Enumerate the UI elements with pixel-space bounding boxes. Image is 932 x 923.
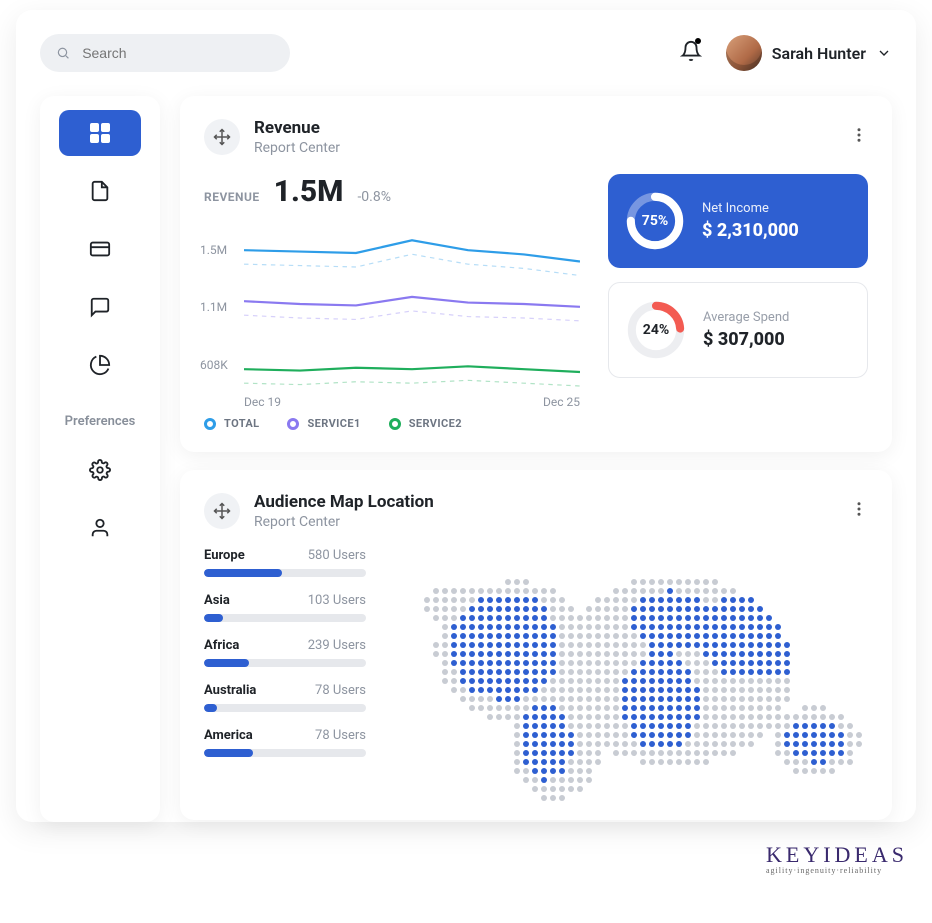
xtick: Dec 19 <box>244 395 281 409</box>
region-bar <box>204 704 366 712</box>
region-name: America <box>204 728 253 743</box>
legend-item[interactable]: TOTAL <box>204 417 259 430</box>
sidebar-section-label: Preferences <box>65 414 136 429</box>
region-value: 580 Users <box>308 548 366 563</box>
legend-dot-icon <box>204 418 216 430</box>
legend-item[interactable]: SERVICE2 <box>389 417 462 430</box>
world-map <box>396 548 868 798</box>
revenue-chart: 1.5M 1.1M 608K Dec 19 Dec 25 <box>244 219 580 389</box>
region-value: 239 Users <box>308 638 366 653</box>
ring-pct: 24% <box>627 301 685 359</box>
net-income-box: 75% Net Income $ 2,310,000 <box>608 174 868 268</box>
search-icon <box>56 45 70 61</box>
legend-label: TOTAL <box>224 417 259 430</box>
avatar <box>726 35 762 71</box>
user-name: Sarah Hunter <box>772 44 866 63</box>
stat-label: Average Spend <box>703 310 789 325</box>
avg-spend-ring: 24% <box>627 301 685 359</box>
nav-settings[interactable] <box>59 447 141 493</box>
region-row: Africa 239 Users <box>204 638 366 667</box>
avg-spend-box: 24% Average Spend $ 307,000 <box>608 282 868 378</box>
drag-handle[interactable] <box>204 493 240 529</box>
nav-dashboard[interactable] <box>59 110 141 156</box>
region-name: Asia <box>204 593 230 608</box>
region-bar <box>204 659 366 667</box>
legend-label: SERVICE1 <box>307 417 360 430</box>
dots-vertical-icon <box>850 126 868 144</box>
card-title: Revenue <box>254 118 340 138</box>
gear-icon <box>89 459 111 481</box>
revenue-value: 1.5M <box>274 174 344 209</box>
card-subtitle: Report Center <box>254 140 340 156</box>
card-menu-button[interactable] <box>850 126 868 148</box>
region-bar <box>204 569 366 577</box>
region-bar <box>204 614 366 622</box>
legend-item[interactable]: SERVICE1 <box>287 417 360 430</box>
card-subtitle: Report Center <box>254 514 434 530</box>
revenue-card: Revenue Report Center REVENUE 1.5M -0.8% <box>180 96 892 452</box>
card-menu-button[interactable] <box>850 500 868 522</box>
region-row: America 78 Users <box>204 728 366 757</box>
dots-vertical-icon <box>850 500 868 518</box>
region-value: 78 Users <box>315 683 366 698</box>
chat-icon <box>89 296 111 318</box>
region-name: Australia <box>204 683 256 698</box>
brand-name: KEYIDEAS <box>766 842 908 868</box>
pie-icon <box>89 354 111 376</box>
stat-label: Net Income <box>702 201 799 216</box>
user-icon <box>89 517 111 539</box>
revenue-label: REVENUE <box>204 190 260 204</box>
search-box[interactable] <box>40 34 290 72</box>
region-row: Australia 78 Users <box>204 683 366 712</box>
nav-messages[interactable] <box>59 284 141 330</box>
notification-dot-icon <box>695 38 701 44</box>
notifications-button[interactable] <box>680 40 702 66</box>
region-name: Europe <box>204 548 245 563</box>
region-row: Europe 580 Users <box>204 548 366 577</box>
search-input[interactable] <box>80 44 274 62</box>
card-title: Audience Map Location <box>254 492 434 512</box>
drag-handle[interactable] <box>204 119 240 155</box>
ytick: 1.1M <box>200 300 227 314</box>
legend-label: SERVICE2 <box>409 417 462 430</box>
stat-value: $ 307,000 <box>703 329 789 350</box>
chevron-down-icon <box>876 45 892 61</box>
stat-value: $ 2,310,000 <box>702 220 799 241</box>
region-bar <box>204 749 366 757</box>
ytick: 608K <box>200 358 228 372</box>
nav-profile[interactable] <box>59 505 141 551</box>
card-icon <box>89 238 111 260</box>
audience-card: Audience Map Location Report Center Euro… <box>180 470 892 820</box>
move-icon <box>213 502 231 520</box>
header: Sarah Hunter <box>40 34 892 72</box>
nav-analytics[interactable] <box>59 342 141 388</box>
xtick: Dec 25 <box>543 395 580 409</box>
ytick: 1.5M <box>200 243 227 257</box>
region-value: 103 Users <box>308 593 366 608</box>
grid-icon <box>88 121 112 145</box>
region-name: Africa <box>204 638 239 653</box>
file-icon <box>89 180 111 202</box>
sidebar: Preferences <box>40 96 160 822</box>
legend-dot-icon <box>389 418 401 430</box>
nav-billing[interactable] <box>59 226 141 272</box>
user-menu[interactable]: Sarah Hunter <box>726 35 892 71</box>
ring-pct: 75% <box>626 192 684 250</box>
move-icon <box>213 128 231 146</box>
net-income-ring: 75% <box>626 192 684 250</box>
footer: KEYIDEAS agility·ingenuity·reliability <box>0 832 932 883</box>
revenue-change: -0.8% <box>357 189 391 205</box>
legend-dot-icon <box>287 418 299 430</box>
region-list: Europe 580 Users Asia 103 Users Africa 2… <box>204 548 366 798</box>
region-value: 78 Users <box>315 728 366 743</box>
region-row: Asia 103 Users <box>204 593 366 622</box>
nav-documents[interactable] <box>59 168 141 214</box>
